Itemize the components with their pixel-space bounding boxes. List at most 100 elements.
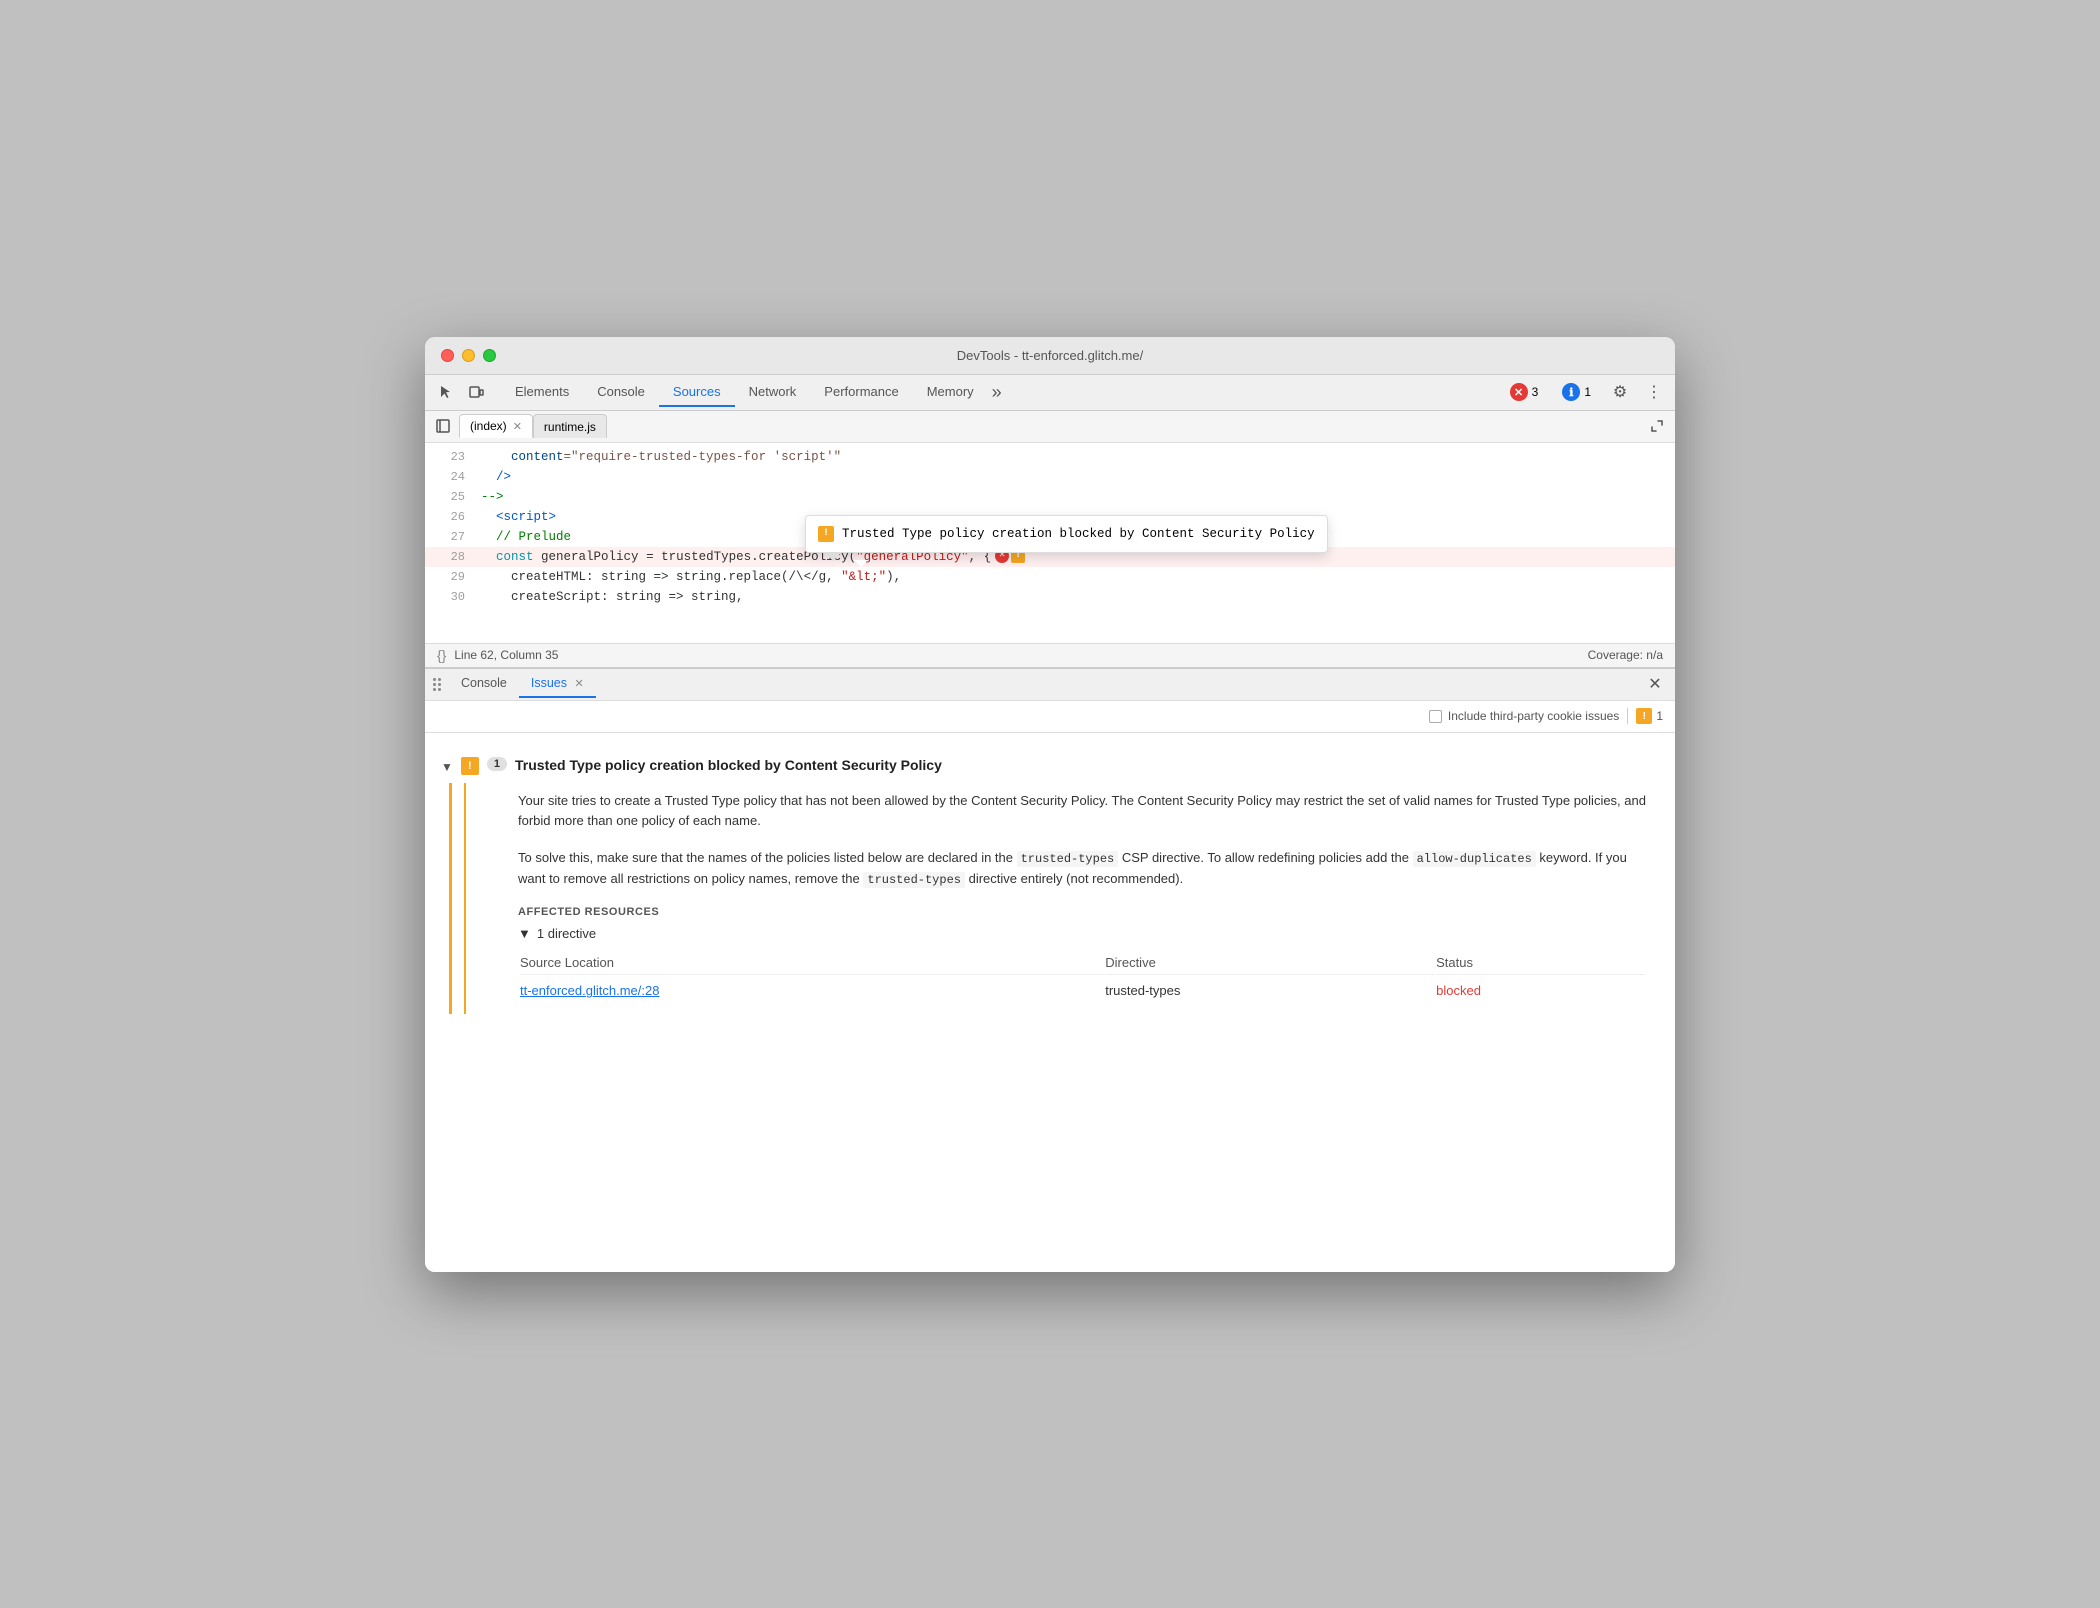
tooltip-container: ! Trusted Type policy creation blocked b… bbox=[805, 515, 1328, 553]
tooltip-box: ! Trusted Type policy creation blocked b… bbox=[805, 515, 1328, 553]
status-badge: blocked bbox=[1436, 983, 1481, 998]
panel-tab-issues[interactable]: Issues ✕ bbox=[519, 670, 596, 698]
issue-body: Your site tries to create a Trusted Type… bbox=[464, 783, 1659, 1015]
issue-warn-icon: ! bbox=[461, 757, 479, 775]
issue-code-1: trusted-types bbox=[1017, 851, 1119, 867]
issues-count: 1 bbox=[1584, 385, 1591, 399]
panel-tabs-bar: Console Issues ✕ ✕ bbox=[425, 669, 1675, 701]
panel-tab-console[interactable]: Console bbox=[449, 670, 519, 698]
line-number-24: 24 bbox=[425, 467, 473, 487]
line-content-24[interactable]: /> bbox=[473, 467, 1675, 487]
more-tabs-button[interactable]: » bbox=[988, 382, 1006, 403]
tab-memory[interactable]: Memory bbox=[913, 378, 988, 407]
source-tab-index[interactable]: (index) ✕ bbox=[459, 414, 533, 438]
maximize-button[interactable] bbox=[483, 349, 496, 362]
issues-content: ▼ ! 1 Trusted Type policy creation block… bbox=[425, 733, 1675, 1272]
issue-desc2-prefix: To solve this, make sure that the names … bbox=[518, 850, 1017, 865]
nav-tabs: Elements Console Sources Network Perform… bbox=[501, 378, 1498, 407]
devtools-window: DevTools - tt-enforced.glitch.me/ Elemen… bbox=[425, 337, 1675, 1272]
issue-code-2: allow-duplicates bbox=[1413, 851, 1536, 867]
panel-tab-issues-label: Issues bbox=[531, 676, 567, 690]
third-party-cookie-filter[interactable]: Include third-party cookie issues bbox=[1429, 709, 1619, 723]
code-line-25: 25 --> bbox=[425, 487, 1675, 507]
tooltip-warn-icon: ! bbox=[818, 526, 834, 542]
window-title: DevTools - tt-enforced.glitch.me/ bbox=[957, 348, 1143, 363]
line-number-30: 30 bbox=[425, 587, 473, 607]
tab-network[interactable]: Network bbox=[735, 378, 811, 407]
error-icon: ✕ bbox=[1510, 383, 1528, 401]
errors-badge-button[interactable]: ✕ 3 bbox=[1502, 380, 1547, 404]
expand-editor-button[interactable] bbox=[1647, 416, 1667, 436]
issue-description-1: Your site tries to create a Trusted Type… bbox=[518, 791, 1647, 833]
issue-code-3: trusted-types bbox=[863, 872, 965, 888]
tab-performance[interactable]: Performance bbox=[810, 378, 912, 407]
line-content-25[interactable]: --> bbox=[473, 487, 1675, 507]
third-party-cookie-checkbox[interactable] bbox=[1429, 710, 1442, 723]
devtools-header: Elements Console Sources Network Perform… bbox=[425, 375, 1675, 411]
affected-label: AFFECTED RESOURCES bbox=[518, 906, 1647, 918]
traffic-lights bbox=[441, 349, 496, 362]
header-icons bbox=[433, 379, 489, 405]
line-number-26: 26 bbox=[425, 507, 473, 527]
issue-item: Your site tries to create a Trusted Type… bbox=[449, 783, 1659, 1015]
bottom-panel: Console Issues ✕ ✕ Include third-party c… bbox=[425, 667, 1675, 1272]
source-tab-runtime-label: runtime.js bbox=[544, 420, 596, 434]
code-editor: 23 content="require-trusted-types-for 's… bbox=[425, 443, 1675, 643]
code-line-29: 29 createHTML: string => string.replace(… bbox=[425, 567, 1675, 587]
panel-tab-issues-close[interactable]: ✕ bbox=[575, 678, 584, 690]
tooltip-arrow bbox=[825, 553, 841, 561]
source-tab-index-close[interactable]: ✕ bbox=[513, 420, 522, 433]
status-bar: {} Line 62, Column 35 Coverage: n/a bbox=[425, 643, 1675, 667]
col-source: Source Location bbox=[520, 951, 1103, 975]
filter-separator bbox=[1627, 708, 1628, 724]
collapse-sidebar-button[interactable] bbox=[433, 416, 453, 436]
close-button[interactable] bbox=[441, 349, 454, 362]
device-icon[interactable] bbox=[463, 379, 489, 405]
line-content-29[interactable]: createHTML: string => string.replace(/\<… bbox=[473, 567, 1675, 587]
issues-badge-button[interactable]: ℹ 1 bbox=[1554, 380, 1599, 404]
tab-sources[interactable]: Sources bbox=[659, 378, 735, 407]
issue-count: 1 bbox=[487, 757, 507, 771]
drag-handle[interactable] bbox=[433, 678, 441, 691]
tooltip-arrow-inner bbox=[854, 560, 868, 567]
cursor-icon[interactable] bbox=[433, 379, 459, 405]
issues-badge-icon: ! bbox=[1636, 708, 1652, 724]
issue-description-2: To solve this, make sure that the names … bbox=[518, 848, 1647, 890]
source-tab-runtime[interactable]: runtime.js bbox=[533, 414, 607, 438]
table-row: tt-enforced.glitch.me/:28 trusted-types … bbox=[520, 977, 1645, 1004]
directive-value: trusted-types bbox=[1105, 977, 1434, 1004]
col-status: Status bbox=[1436, 951, 1645, 975]
issue-expand-row[interactable]: ▼ ! 1 Trusted Type policy creation block… bbox=[425, 749, 1675, 783]
line-number-27: 27 bbox=[425, 527, 473, 547]
errors-count: 3 bbox=[1532, 385, 1539, 399]
source-tabs-bar: (index) ✕ runtime.js bbox=[425, 411, 1675, 443]
panel-close-button[interactable]: ✕ bbox=[1643, 672, 1667, 696]
format-button[interactable]: {} bbox=[437, 647, 446, 663]
line-number-28: 28 bbox=[425, 547, 473, 567]
directive-table: Source Location Directive Status tt-enfo… bbox=[518, 949, 1647, 1006]
line-number-25: 25 bbox=[425, 487, 473, 507]
code-line-24: 24 /> bbox=[425, 467, 1675, 487]
source-tab-index-label: (index) bbox=[470, 419, 507, 433]
line-content-30[interactable]: createScript: string => string, bbox=[473, 587, 1675, 607]
issue-title: Trusted Type policy creation blocked by … bbox=[515, 757, 942, 773]
issue-desc2-mid1: CSP directive. To allow redefining polic… bbox=[1118, 850, 1412, 865]
code-line-30: 30 createScript: string => string, bbox=[425, 587, 1675, 607]
source-link[interactable]: tt-enforced.glitch.me/:28 bbox=[520, 983, 659, 998]
settings-button[interactable]: ⚙ bbox=[1607, 379, 1633, 405]
line-content-23[interactable]: content="require-trusted-types-for 'scri… bbox=[473, 447, 1675, 467]
line-number-29: 29 bbox=[425, 567, 473, 587]
minimize-button[interactable] bbox=[462, 349, 475, 362]
coverage-status: Coverage: n/a bbox=[1588, 648, 1663, 662]
issues-badge: ! 1 bbox=[1636, 708, 1663, 724]
issues-icon: ℹ bbox=[1562, 383, 1580, 401]
title-bar: DevTools - tt-enforced.glitch.me/ bbox=[425, 337, 1675, 375]
code-line-23: 23 content="require-trusted-types-for 's… bbox=[425, 447, 1675, 467]
col-directive: Directive bbox=[1105, 951, 1434, 975]
more-options-button[interactable]: ⋮ bbox=[1641, 379, 1667, 405]
tab-elements[interactable]: Elements bbox=[501, 378, 583, 407]
directive-header[interactable]: ▼ 1 directive bbox=[518, 926, 1647, 941]
tooltip-text: Trusted Type policy creation blocked by … bbox=[842, 524, 1315, 544]
line-number-23: 23 bbox=[425, 447, 473, 467]
tab-console[interactable]: Console bbox=[583, 378, 659, 407]
